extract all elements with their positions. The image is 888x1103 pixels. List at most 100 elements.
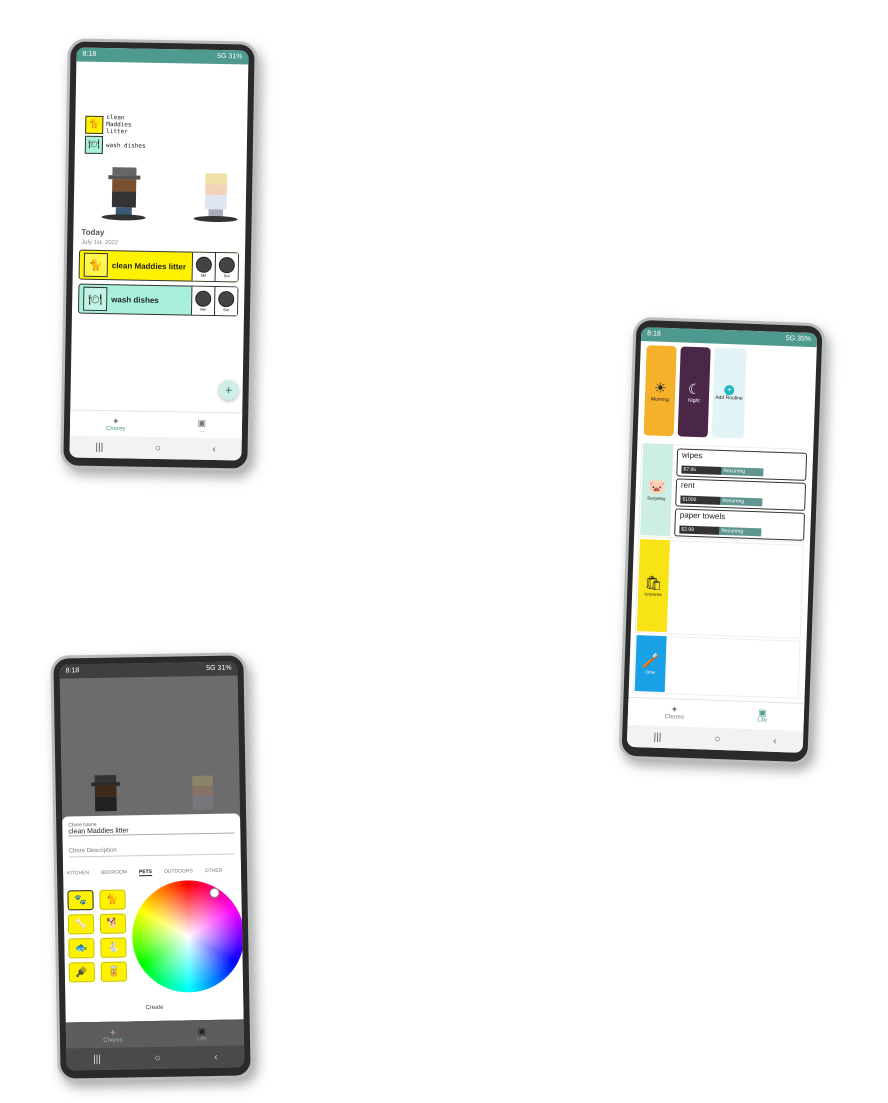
nav-life[interactable]: ▣ Life — [757, 707, 767, 723]
status-bar: 8:18 5G 31% — [59, 661, 238, 679]
tab-kitchen[interactable]: KITCHEN — [67, 870, 89, 877]
create-button[interactable]: Create — [145, 1005, 163, 1011]
nav-chores-label: Chores — [664, 714, 684, 721]
litter-box-icon: 🐈 — [85, 115, 104, 134]
avatar-label: Me — [200, 272, 207, 278]
nav-chores-label: Chores — [103, 1037, 123, 1044]
avatar-character-1 — [91, 775, 120, 812]
mini-chore-label: wash dishes — [105, 141, 146, 150]
create-chore-sheet: Chore Name clean Maddies litter Chore De… — [62, 813, 245, 1023]
avatar — [195, 290, 212, 307]
avatar-character-2 — [205, 173, 228, 217]
nav-chores[interactable]: ✦ Chores — [664, 704, 684, 721]
system-nav: ||| ○ ‹ — [66, 1045, 245, 1071]
chore-card[interactable]: 🍽 wash dishes Me Sol — [77, 283, 239, 317]
nav-life[interactable]: ▣ Life — [197, 1026, 207, 1042]
assignee-avatar[interactable]: Sol — [213, 286, 238, 316]
chore-name-input[interactable]: clean Maddies litter — [68, 825, 235, 837]
expense-item[interactable]: wipes $7.95 Recurring — [676, 448, 808, 481]
phone-frame-chores: 8:18 5G 31% 🐈 clean Maddies litter 🍽 was… — [60, 38, 258, 472]
assignee-avatar[interactable]: Me — [191, 252, 216, 281]
recents-button[interactable]: ||| — [93, 1053, 101, 1064]
litter-box-icon: 🐈 — [83, 252, 109, 278]
chore-description-input[interactable]: Chore Description — [68, 845, 235, 858]
category-label: Other — [645, 669, 656, 675]
pet-icon-option[interactable]: 🦴 — [67, 914, 95, 935]
hat — [112, 167, 137, 176]
sun-icon: ☀ — [653, 379, 667, 396]
status-indicators: 5G 35% — [785, 335, 812, 343]
tab-other[interactable]: OTHER — [205, 868, 223, 875]
add-routine-tile[interactable]: + Add Routine — [711, 347, 747, 439]
chore-card[interactable]: 🐈 clean Maddies litter Me Sol — [78, 249, 240, 283]
tab-bedroom[interactable]: BEDROOM — [101, 869, 127, 876]
nav-other[interactable]: ▣... — [197, 418, 206, 434]
tile-label: Morning — [650, 395, 670, 403]
home-button[interactable]: ○ — [714, 733, 720, 744]
broom-icon: ✦ — [111, 416, 120, 427]
assignee-avatar[interactable]: Sol — [214, 252, 239, 282]
grocery-bag-icon: 🛍 — [644, 574, 663, 591]
mini-chore-item[interactable]: 🍽 wash dishes — [84, 135, 146, 155]
pet-icon-option[interactable]: 🐇 — [100, 937, 127, 958]
shadow — [193, 215, 238, 223]
status-bar: 8:18 5G 35% — [640, 327, 818, 348]
avatar-label: Sol — [223, 272, 230, 278]
expense-name: paper towels — [679, 510, 726, 522]
tab-outdoors[interactable]: OUTDOORS — [164, 868, 193, 876]
expense-item[interactable]: rent $1000 Recurring — [675, 478, 807, 511]
color-wheel[interactable] — [131, 879, 245, 994]
expense-name: rent — [680, 480, 695, 491]
expense-item[interactable]: paper towels $2.99 Recurring — [674, 508, 806, 541]
back-button[interactable]: ‹ — [214, 1051, 218, 1062]
routine-tile-morning[interactable]: ☀ Morning — [643, 345, 677, 437]
recents-button[interactable]: ||| — [653, 731, 661, 742]
expense-name: wipes — [681, 450, 703, 461]
expense-amount: $7.95 — [681, 465, 722, 475]
add-chore-button[interactable]: + — [218, 380, 239, 401]
back-button[interactable]: ‹ — [212, 443, 216, 454]
body — [205, 194, 227, 210]
nav-chores[interactable]: ✦ Chores — [106, 416, 126, 432]
status-time: 8:18 — [82, 50, 97, 58]
home-button[interactable]: ○ — [155, 442, 161, 453]
routine-tile-night[interactable]: ☾ Night — [677, 346, 711, 438]
chore-name: wash dishes — [111, 294, 159, 305]
category-tabs: KITCHEN BEDROOM PETS OUTDOORS OTHER — [67, 868, 222, 878]
pet-icon-option[interactable]: 🐈 — [99, 889, 126, 910]
system-nav: ||| ○ ‹ — [69, 435, 242, 461]
pet-icon-option[interactable]: 🐾 — [67, 890, 94, 911]
mini-chore-label: clean Maddies litter — [106, 114, 132, 136]
moon-icon: ☾ — [687, 380, 701, 397]
avatar-character-2 — [192, 775, 214, 810]
category-other[interactable]: 🪥 Other — [634, 635, 667, 693]
tile-label: Add Routine — [715, 394, 743, 402]
status-time: 8:18 — [65, 667, 80, 675]
tab-pets[interactable]: PETS — [138, 869, 153, 877]
body — [111, 191, 137, 208]
broom-icon: ✦ — [108, 1027, 117, 1038]
expense-frequency: Recurring — [720, 496, 763, 507]
category-label: Budgeting — [647, 495, 666, 501]
nav-chores-label: Chores — [105, 426, 126, 433]
back-button[interactable]: ‹ — [773, 735, 777, 746]
tile-label: Night — [687, 397, 700, 404]
home-button[interactable]: ○ — [154, 1052, 160, 1063]
section-title: Today — [81, 227, 105, 238]
mini-chore-item[interactable]: 🐈 clean Maddies litter — [85, 114, 150, 136]
pet-icon-option[interactable]: 🥫 — [100, 961, 127, 982]
category-budgeting[interactable]: 🐷 Budgeting — [640, 443, 674, 537]
pet-icon-option[interactable]: 🐟 — [68, 938, 95, 959]
bag-icon: ▣ — [758, 707, 767, 718]
pet-icon-option[interactable]: 🐕 — [99, 913, 127, 934]
assignee-avatar[interactable]: Me — [190, 286, 215, 315]
nav-chores[interactable]: ✦ Chores — [103, 1027, 123, 1044]
face — [94, 785, 117, 797]
piggy-bank-icon: 🐷 — [647, 478, 666, 495]
nav-other-label: ... — [199, 427, 205, 434]
recents-button[interactable]: ||| — [95, 441, 103, 452]
toothbrush-icon: 🪥 — [641, 652, 660, 669]
category-label: Groceries — [644, 591, 662, 597]
pet-icon-option[interactable]: 🪮 — [68, 962, 95, 983]
category-groceries[interactable]: 🛍 Groceries — [636, 539, 670, 633]
